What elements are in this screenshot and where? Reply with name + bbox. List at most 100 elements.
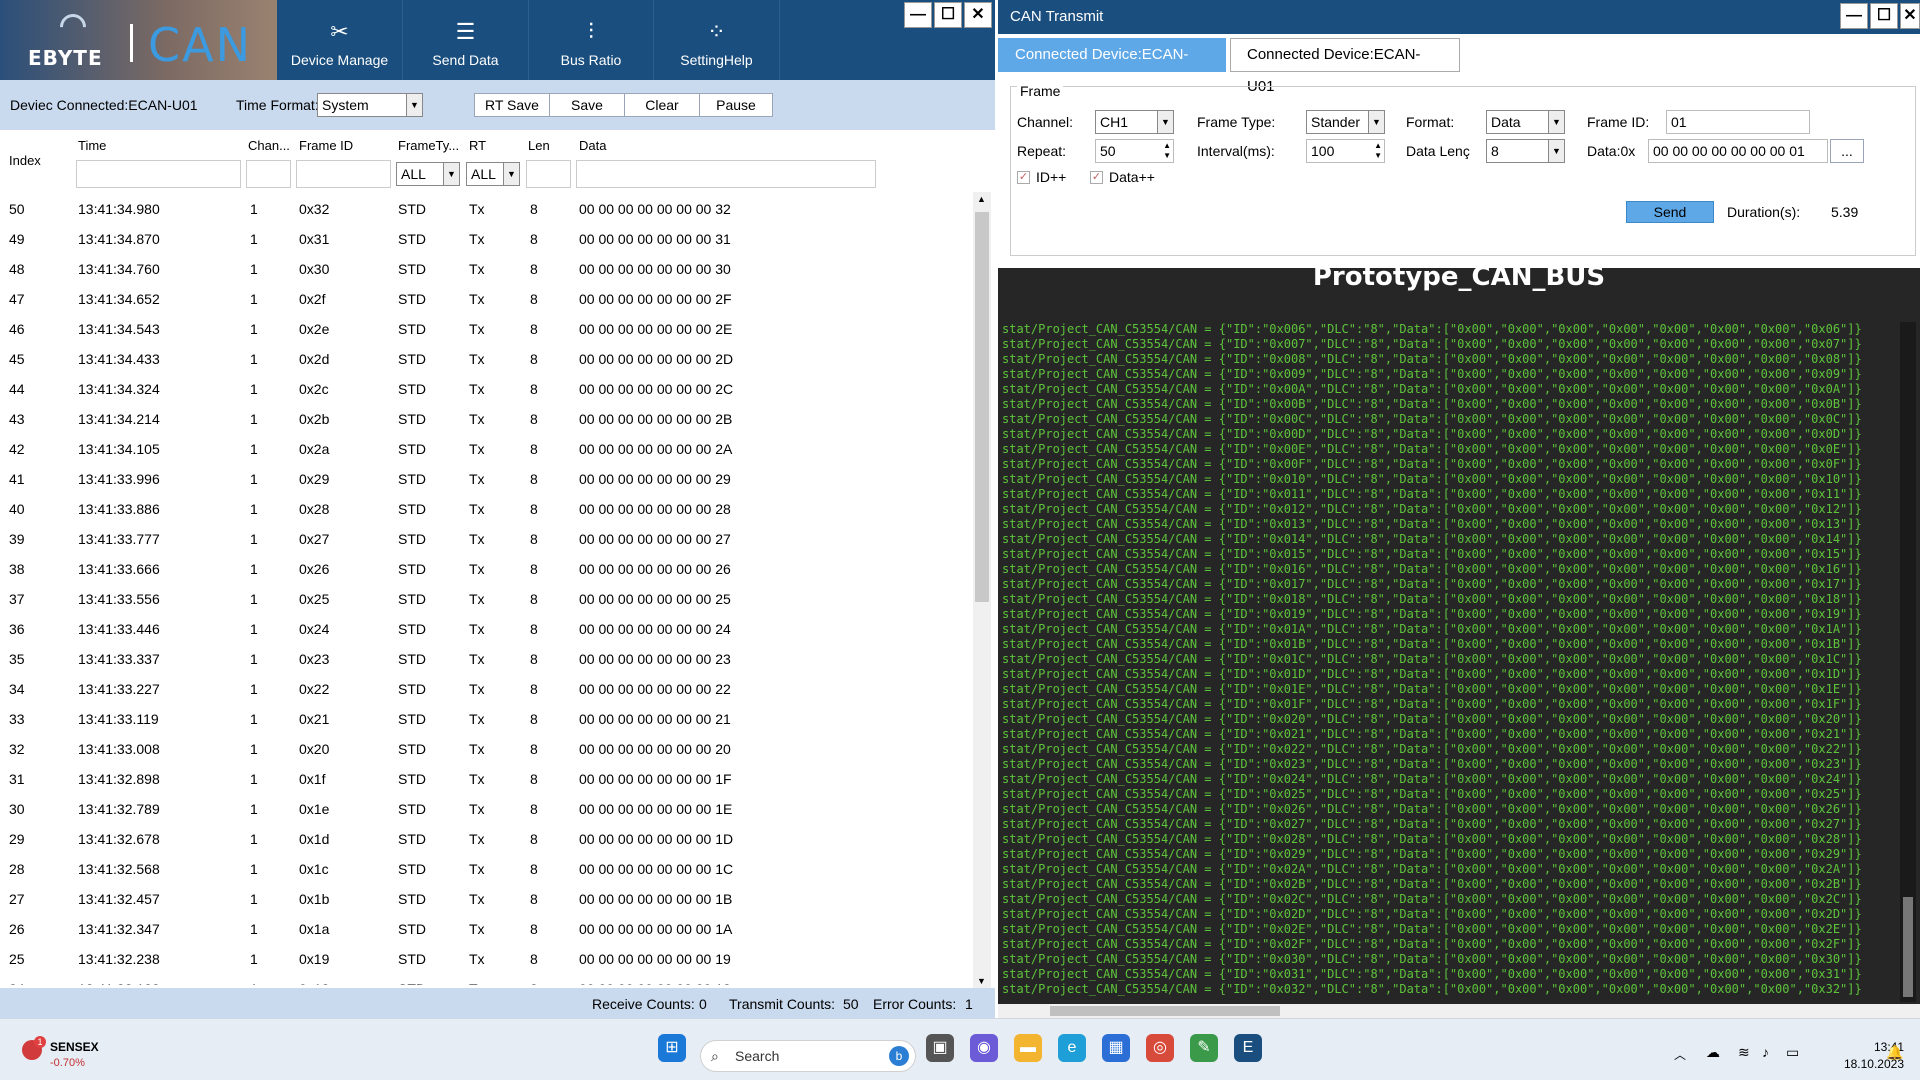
table-row[interactable]: 48 13:41:34.760 1 0x30 STD Tx 8 00 00 00 00 00 … xyxy=(0,255,975,285)
table-row[interactable]: 33 13:41:33.119 1 0x21 STD Tx 8 00 00 00 00 00 … xyxy=(0,705,975,735)
frame-id-filter-input[interactable] xyxy=(296,160,391,188)
table-cell: Tx xyxy=(469,261,485,277)
table-row[interactable]: 38 13:41:33.666 1 0x26 STD Tx 8 00 00 00 00 00 … xyxy=(0,555,975,585)
column-rt: RT xyxy=(469,138,487,153)
table-cell: 0x1d xyxy=(299,831,330,847)
frame-type-filter-select[interactable]: ALL ▼ xyxy=(396,162,460,186)
idpp-checkbox[interactable]: ✓ xyxy=(1017,171,1030,184)
close-button[interactable]: ✕ xyxy=(964,2,992,28)
table-row[interactable]: 50 13:41:34.980 1 0x32 STD Tx 8 00 00 00 00 00 … xyxy=(0,195,975,225)
wifi-icon[interactable]: ≋ xyxy=(1738,1044,1750,1061)
console-vscrollbar[interactable] xyxy=(1900,322,1916,1002)
tab-connected-device-1[interactable]: Connected Device:ECAN-U01 xyxy=(998,38,1226,95)
interval-stepper[interactable]: 100 ▲ ▼ xyxy=(1306,139,1385,163)
rt-filter-select[interactable]: ALL ▼ xyxy=(466,162,520,186)
time-format-select[interactable]: System ▼ xyxy=(317,93,423,117)
table-row[interactable]: 41 13:41:33.996 1 0x29 STD Tx 8 00 00 00 00 00 … xyxy=(0,465,975,495)
send-button[interactable]: Send xyxy=(1626,201,1714,223)
table-row[interactable]: 36 13:41:33.446 1 0x24 STD Tx 8 00 00 00 00 00 … xyxy=(0,615,975,645)
tab-connected-device-2[interactable]: Connected Device:ECAN-U01 xyxy=(1230,38,1460,95)
nav-device-manage[interactable]: ✂ Device Manage xyxy=(277,0,403,80)
table-cell: 47 xyxy=(9,291,25,307)
taskbar xyxy=(0,1018,1920,1080)
table-row[interactable]: 30 13:41:32.789 1 0x1e STD Tx 8 00 00 00 00 00 … xyxy=(0,795,975,825)
table-row[interactable]: 40 13:41:33.886 1 0x28 STD Tx 8 00 00 00 00 00 … xyxy=(0,495,975,525)
table-row[interactable]: 26 13:41:32.347 1 0x1a STD Tx 8 00 00 00 00 00 … xyxy=(0,915,975,945)
windows-start-icon[interactable]: ⊞ xyxy=(658,1034,686,1062)
pause-button[interactable]: Pause xyxy=(699,93,773,117)
table-cell: Tx xyxy=(469,561,485,577)
table-row[interactable]: 43 13:41:34.214 1 0x2b STD Tx 8 00 00 00 00 00 … xyxy=(0,405,975,435)
table-row[interactable]: 46 13:41:34.543 1 0x2e STD Tx 8 00 00 00 00 00 … xyxy=(0,315,975,345)
minimize-button[interactable]: — xyxy=(1840,3,1868,29)
table-row[interactable]: 27 13:41:32.457 1 0x1b STD Tx 8 00 00 00 00 00 … xyxy=(0,885,975,915)
frame-id-input[interactable]: 01 xyxy=(1666,110,1810,134)
edge-browser-icon[interactable]: e xyxy=(1058,1034,1086,1062)
table-row[interactable]: 31 13:41:32.898 1 0x1f STD Tx 8 00 00 00 00 00 … xyxy=(0,765,975,795)
stock-title[interactable]: SENSEX xyxy=(50,1040,99,1054)
minimize-button[interactable]: — xyxy=(904,2,932,28)
chevron-up-icon[interactable]: ︿ xyxy=(1674,1046,1686,1063)
taskbar-search-input[interactable]: ⌕ Search b xyxy=(700,1040,916,1072)
store-icon[interactable]: ▦ xyxy=(1102,1034,1130,1062)
data-length-select[interactable]: 8 ▼ xyxy=(1486,139,1565,163)
maximize-button[interactable]: ☐ xyxy=(934,2,962,28)
close-button[interactable]: ✕ xyxy=(1900,3,1920,29)
file-explorer-icon[interactable]: ▬ xyxy=(1014,1034,1042,1062)
table-cell: 32 xyxy=(9,741,25,757)
scroll-thumb[interactable] xyxy=(1903,897,1913,997)
volume-icon[interactable]: ♪ xyxy=(1762,1044,1769,1060)
data-browse-button[interactable]: ... xyxy=(1830,139,1864,163)
frame-type-filter-value: ALL xyxy=(401,166,426,182)
len-filter-input[interactable] xyxy=(526,160,571,188)
channel-select[interactable]: CH1 ▼ xyxy=(1095,110,1174,134)
table-cell: STD xyxy=(398,501,426,517)
notepad-icon[interactable]: ✎ xyxy=(1190,1034,1218,1062)
onedrive-icon[interactable]: ☁ xyxy=(1706,1044,1720,1061)
frame-type-select[interactable]: Stander ▼ xyxy=(1306,110,1385,134)
log-line: stat/Project_CAN_C53554/CAN = {"ID":"0x0… xyxy=(1002,382,1862,396)
table-row[interactable]: 32 13:41:33.008 1 0x20 STD Tx 8 00 00 00 00 00 … xyxy=(0,735,975,765)
format-select[interactable]: Data ▼ xyxy=(1486,110,1565,134)
nav-bus-ratio[interactable]: ⫶ Bus Ratio xyxy=(529,0,654,80)
table-row[interactable]: 28 13:41:32.568 1 0x1c STD Tx 8 00 00 00 00 00 … xyxy=(0,855,975,885)
rt-save-button[interactable]: RT Save xyxy=(474,93,550,117)
scroll-thumb[interactable] xyxy=(975,212,989,602)
save-button[interactable]: Save xyxy=(549,93,625,117)
console-hscrollbar[interactable] xyxy=(998,1004,1920,1018)
table-row[interactable]: 39 13:41:33.777 1 0x27 STD Tx 8 00 00 00 00 00 … xyxy=(0,525,975,555)
table-row[interactable]: 44 13:41:34.324 1 0x2c STD Tx 8 00 00 00 00 00 … xyxy=(0,375,975,405)
table-row[interactable]: 24 13:41:32.128 1 0x18 STD Tx 8 00 00 00 00 00 … xyxy=(0,975,975,985)
table-row[interactable]: 45 13:41:34.433 1 0x2d STD Tx 8 00 00 00 00 00 … xyxy=(0,345,975,375)
can-monitor-window: EBYTE CAN ✂ Device Manage ☰ Send Data ⫶ … xyxy=(0,0,995,1018)
repeat-stepper[interactable]: 50 ▲ ▼ xyxy=(1095,139,1174,163)
data-input[interactable]: 00 00 00 00 00 00 00 01 xyxy=(1648,139,1828,163)
notification-bell-icon[interactable]: 🔔 xyxy=(1886,1044,1903,1061)
clear-button[interactable]: Clear xyxy=(624,93,700,117)
table-row[interactable]: 42 13:41:34.105 1 0x2a STD Tx 8 00 00 00 00 00 … xyxy=(0,435,975,465)
time-filter-input[interactable] xyxy=(76,160,241,188)
bing-icon[interactable]: b xyxy=(889,1046,909,1066)
datapp-checkbox[interactable]: ✓ xyxy=(1090,171,1103,184)
table-row[interactable]: 49 13:41:34.870 1 0x31 STD Tx 8 00 00 00 00 00 … xyxy=(0,225,975,255)
table-row[interactable]: 35 13:41:33.337 1 0x23 STD Tx 8 00 00 00 00 00 … xyxy=(0,645,975,675)
channel-filter-input[interactable] xyxy=(246,160,291,188)
ebyte-can-app-icon[interactable]: E xyxy=(1234,1034,1262,1062)
table-row[interactable]: 34 13:41:33.227 1 0x22 STD Tx 8 00 00 00 00 00 … xyxy=(0,675,975,705)
table-row[interactable]: 47 13:41:34.652 1 0x2f STD Tx 8 00 00 00 00 00 … xyxy=(0,285,975,315)
table-row[interactable]: 29 13:41:32.678 1 0x1d STD Tx 8 00 00 00 00 00 … xyxy=(0,825,975,855)
table-cell: 1 xyxy=(250,411,258,427)
table-row[interactable]: 37 13:41:33.556 1 0x25 STD Tx 8 00 00 00 00 00 … xyxy=(0,585,975,615)
nav-send-data[interactable]: ☰ Send Data xyxy=(403,0,529,80)
table-scrollbar[interactable]: ▲ ▼ xyxy=(973,192,991,988)
maximize-button[interactable]: ☐ xyxy=(1870,3,1898,29)
chrome-icon[interactable]: ◎ xyxy=(1146,1034,1174,1062)
nav-setting-help[interactable]: ⁘ SettingHelp xyxy=(654,0,780,80)
teams-chat-icon[interactable]: ◉ xyxy=(970,1034,998,1062)
scroll-thumb[interactable] xyxy=(1050,1006,1280,1016)
table-row[interactable]: 25 13:41:32.238 1 0x19 STD Tx 8 00 00 00 00 00 … xyxy=(0,945,975,975)
data-filter-input[interactable] xyxy=(576,160,876,188)
battery-icon[interactable]: ▭ xyxy=(1786,1044,1799,1061)
task-view-icon[interactable]: ▣ xyxy=(926,1034,954,1062)
log-line: stat/Project_CAN_C53554/CAN = {"ID":"0x0… xyxy=(1002,607,1862,621)
